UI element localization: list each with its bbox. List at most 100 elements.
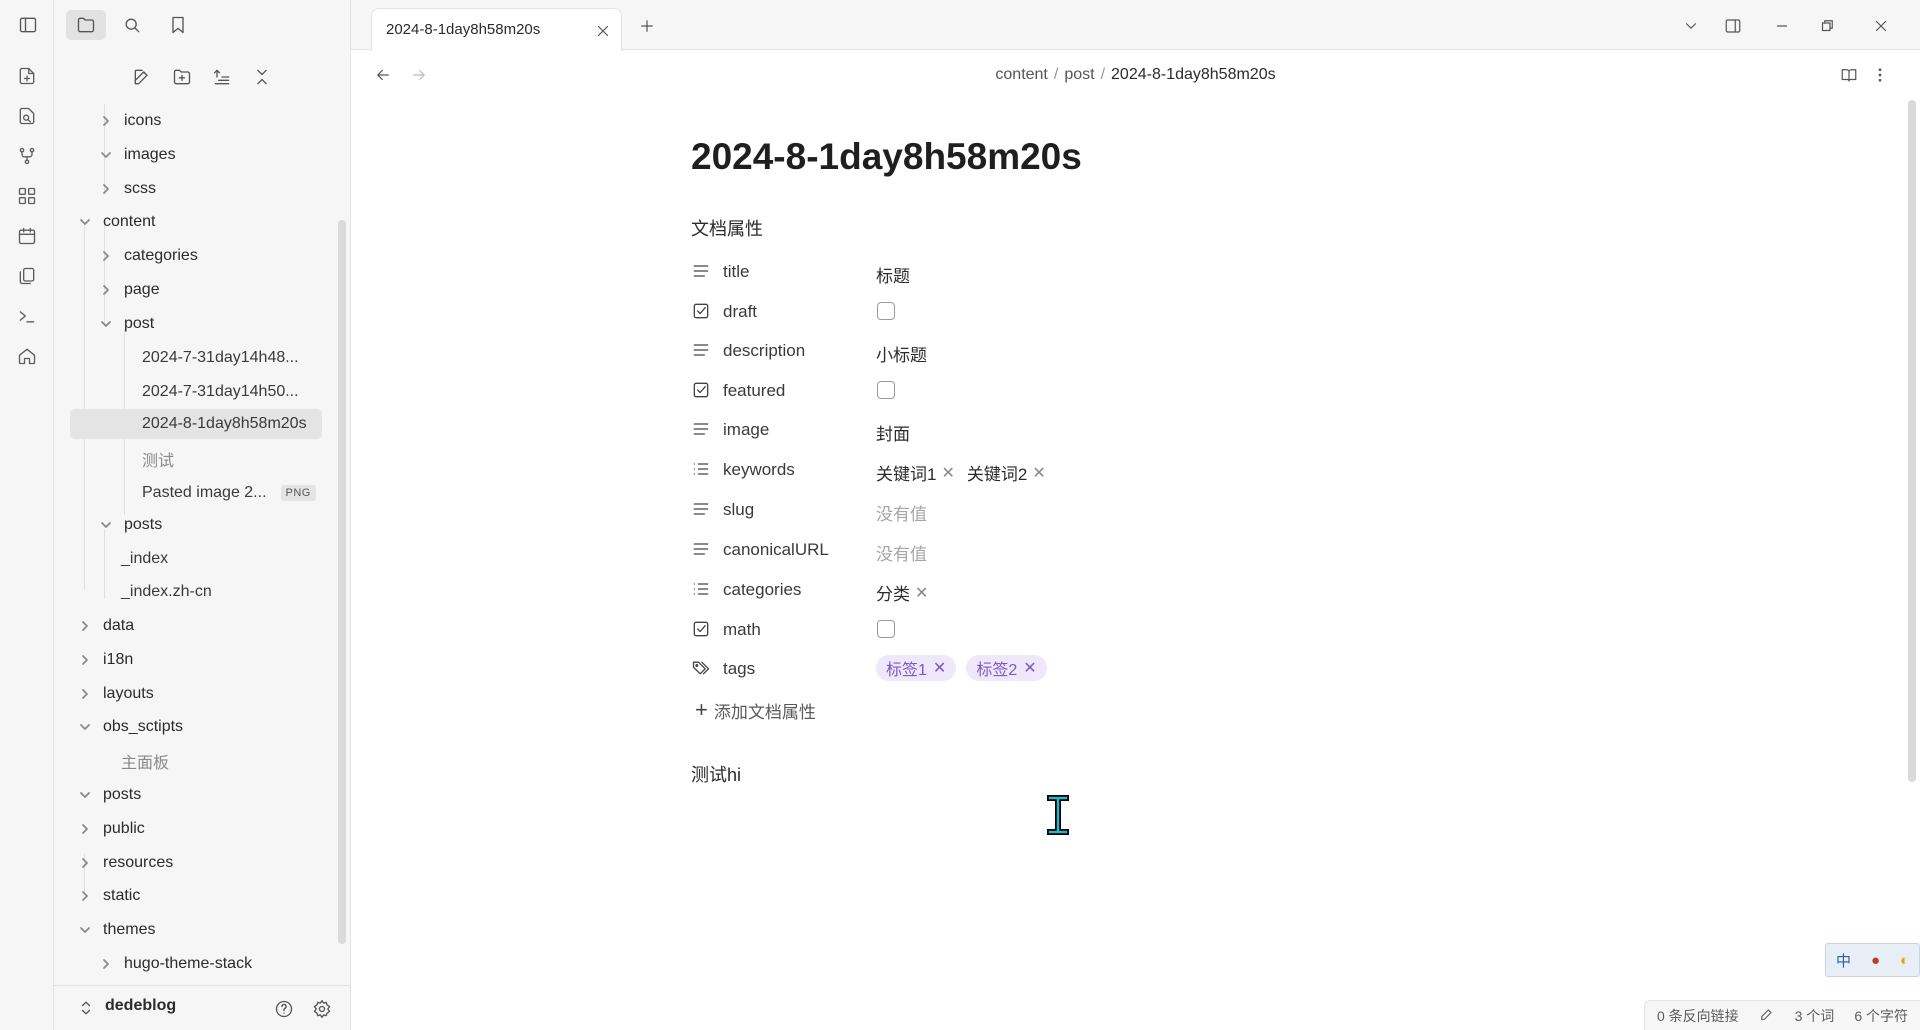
tree-folder-images[interactable]: images	[98, 140, 176, 170]
toggle-sidebar-icon[interactable]	[8, 10, 48, 40]
tree-folder-obs-sctipts[interactable]: obs_sctipts	[77, 712, 183, 742]
breadcrumb-post[interactable]: post	[1064, 66, 1094, 83]
search-icon[interactable]	[112, 10, 152, 40]
remove-x-icon[interactable]: ✕	[915, 583, 928, 603]
edit-mode-pencil-icon[interactable]	[1759, 1006, 1775, 1025]
list-chip[interactable]: 分类	[876, 580, 910, 605]
ime-punctuation-icon[interactable]: ●	[1871, 952, 1880, 969]
tree-folder-i18n[interactable]: i18n	[77, 645, 133, 675]
list-chip[interactable]: 关键词2	[967, 460, 1027, 485]
tree-file-post2[interactable]: 2024-7-31day14h50...	[142, 377, 299, 407]
property-key[interactable]: title	[723, 262, 749, 282]
right-sidebar-toggle-icon[interactable]	[1720, 13, 1746, 39]
tree-folder-resources[interactable]: resources	[77, 848, 173, 878]
tree-folder-data[interactable]: data	[77, 611, 134, 641]
tree-folder-layouts[interactable]: layouts	[77, 679, 154, 709]
ime-skin-icon[interactable]: ◐	[1900, 952, 1909, 969]
checkbox-checked-icon[interactable]	[691, 619, 711, 639]
editor-scrollbar[interactable]	[1908, 100, 1916, 782]
checkbox-checked-icon[interactable]	[691, 380, 711, 400]
property-value-empty[interactable]: 没有值	[876, 500, 927, 525]
sidebar-scrollbar[interactable]	[338, 220, 346, 944]
property-key[interactable]: tags	[723, 659, 755, 679]
property-key[interactable]: image	[723, 420, 769, 440]
chevron-updown-icon[interactable]	[76, 998, 96, 1018]
tree-folder-posts-root[interactable]: posts	[77, 780, 141, 810]
restore-window-icon[interactable]	[1814, 13, 1840, 39]
tree-file-index[interactable]: _index	[121, 544, 168, 574]
property-value[interactable]: 封面	[876, 420, 910, 445]
tree-folder-public[interactable]: public	[77, 814, 145, 844]
minimize-icon[interactable]	[1769, 13, 1795, 39]
note-title[interactable]: 2024-8-1day8h58m20s	[691, 136, 1082, 178]
tree-folder-themes[interactable]: themes	[77, 915, 155, 945]
text-lines-icon[interactable]	[691, 261, 711, 281]
remove-tag-x-icon[interactable]: ✕	[1023, 658, 1036, 678]
tree-file-test[interactable]: 测试	[142, 444, 174, 474]
tree-file-dashboard[interactable]: 主面板	[121, 746, 169, 776]
text-lines-icon[interactable]	[691, 499, 711, 519]
new-folder-icon[interactable]	[167, 62, 197, 92]
tree-folder-icons[interactable]: icons	[98, 106, 161, 136]
tree-folder-static[interactable]: static	[77, 881, 140, 911]
backlinks-count[interactable]: 0 条反向链接	[1657, 1006, 1739, 1026]
vault-name[interactable]: dedeblog	[105, 997, 176, 1015]
tag-pill[interactable]: 标签2 ✕	[966, 655, 1047, 681]
new-note-pencil-icon[interactable]	[127, 62, 157, 92]
property-key[interactable]: featured	[723, 381, 785, 401]
property-key[interactable]: canonicalURL	[723, 540, 829, 560]
more-options-icon[interactable]	[1868, 63, 1892, 87]
breadcrumb-current[interactable]: 2024-8-1day8h58m20s	[1111, 66, 1276, 83]
file-search-icon[interactable]	[13, 102, 41, 130]
tree-folder-page[interactable]: page	[98, 275, 160, 305]
text-lines-icon[interactable]	[691, 539, 711, 559]
canvas-icon[interactable]	[13, 182, 41, 210]
tree-file-current[interactable]: 2024-8-1day8h58m20s	[70, 409, 322, 439]
remove-x-icon[interactable]: ✕	[1032, 463, 1045, 483]
tree-folder-content[interactable]: content	[77, 207, 155, 237]
tree-folder-scss[interactable]: scss	[98, 174, 156, 204]
properties-heading[interactable]: 文档属性	[691, 215, 763, 241]
ime-mode[interactable]: 中	[1836, 950, 1851, 971]
calendar-icon[interactable]	[13, 222, 41, 250]
close-window-icon[interactable]	[1868, 13, 1894, 39]
tree-folder-post[interactable]: post	[98, 309, 154, 339]
tab-list-chevron-icon[interactable]	[1678, 13, 1704, 39]
text-lines-icon[interactable]	[691, 419, 711, 439]
draft-checkbox[interactable]	[877, 302, 895, 320]
list-icon[interactable]	[691, 459, 711, 479]
terminal-icon[interactable]	[13, 302, 41, 330]
sort-icon[interactable]	[207, 62, 237, 92]
property-key[interactable]: math	[723, 620, 761, 640]
tree-folder-categories[interactable]: categories	[98, 241, 198, 271]
new-tab-plus-icon[interactable]	[635, 14, 659, 38]
settings-gear-icon[interactable]	[309, 996, 335, 1022]
templates-icon[interactable]	[13, 262, 41, 290]
tree-folder-posts[interactable]: posts	[98, 510, 162, 540]
tree-file-index-zh-cn[interactable]: _index.zh-cn	[121, 577, 212, 607]
property-key[interactable]: keywords	[723, 460, 795, 480]
property-value-empty[interactable]: 没有值	[876, 540, 927, 565]
new-note-icon[interactable]	[13, 62, 41, 90]
tab-active-note[interactable]: 2024-8-1day8h58m20s	[371, 8, 622, 51]
note-body[interactable]: 测试hi	[691, 761, 741, 787]
help-icon[interactable]	[271, 996, 297, 1022]
home-icon[interactable]	[13, 342, 41, 370]
math-checkbox[interactable]	[877, 620, 895, 638]
collapse-all-icon[interactable]	[247, 62, 277, 92]
list-chip[interactable]: 关键词1	[876, 460, 936, 485]
text-lines-icon[interactable]	[691, 340, 711, 360]
graph-view-icon[interactable]	[13, 142, 41, 170]
list-icon[interactable]	[691, 579, 711, 599]
property-key[interactable]: draft	[723, 302, 757, 322]
bookmark-icon[interactable]	[158, 10, 198, 40]
tree-folder-hugo-theme-stack[interactable]: hugo-theme-stack	[98, 949, 252, 979]
property-value[interactable]: 标题	[876, 262, 910, 287]
add-property-button[interactable]: + 添加文档属性	[695, 697, 816, 723]
breadcrumb-content[interactable]: content	[995, 66, 1047, 83]
property-key[interactable]: description	[723, 341, 805, 361]
featured-checkbox[interactable]	[877, 381, 895, 399]
tag-pill[interactable]: 标签1 ✕	[876, 655, 957, 681]
property-key[interactable]: slug	[723, 500, 754, 520]
tags-icon[interactable]	[691, 658, 711, 678]
